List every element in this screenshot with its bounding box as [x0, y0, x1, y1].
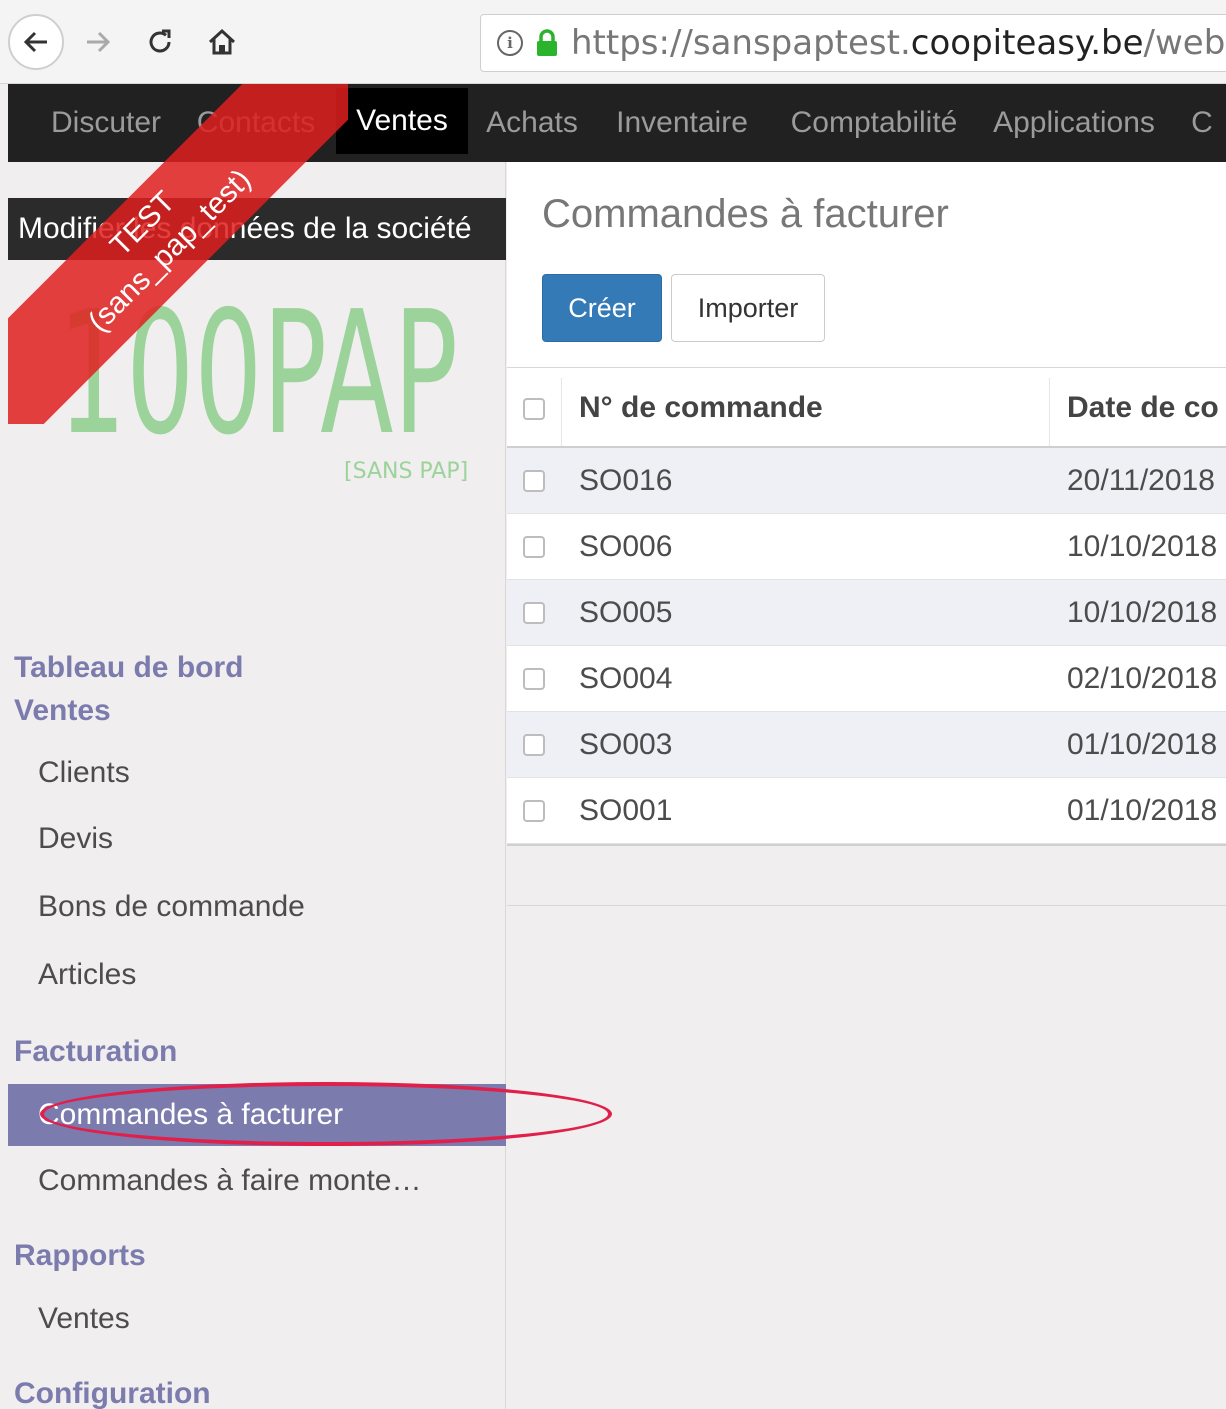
table-row[interactable]: SO003 01/10/2018: [507, 712, 1226, 778]
home-icon: [208, 28, 236, 55]
sidebar-item-bons-de-commande[interactable]: Bons de commande: [8, 876, 506, 938]
menu-discuter[interactable]: Discuter: [36, 84, 176, 162]
order-number: SO016: [579, 464, 673, 497]
sidebar-item-rapports-ventes[interactable]: Ventes: [8, 1288, 506, 1350]
import-button[interactable]: Importer: [671, 274, 825, 342]
sidebar-item-commandes-a-facturer[interactable]: Commandes à facturer: [8, 1084, 506, 1146]
arrow-right-icon: [87, 31, 111, 53]
order-number: SO003: [579, 728, 673, 761]
order-date: 01/10/2018: [1067, 794, 1218, 827]
menu-inventaire[interactable]: Inventaire: [604, 84, 760, 162]
back-button[interactable]: [8, 14, 64, 70]
logo-main-text: 100PAP: [58, 302, 458, 473]
menu-contacts[interactable]: Contacts: [186, 84, 326, 162]
menu-more[interactable]: C: [1182, 84, 1222, 162]
order-number: SO005: [579, 596, 673, 629]
row-checkbox[interactable]: [523, 668, 545, 690]
menu-comptabilite[interactable]: Comptabilité: [780, 84, 968, 162]
table-row[interactable]: SO004 02/10/2018: [507, 646, 1226, 712]
table-row[interactable]: SO016 20/11/2018: [507, 448, 1226, 514]
info-icon[interactable]: i: [497, 30, 523, 56]
arrow-left-icon: [23, 31, 47, 53]
row-checkbox[interactable]: [523, 800, 545, 822]
browser-toolbar: i https://sanspaptest.coopiteasy.be/web: [0, 0, 1226, 84]
order-date: 01/10/2018: [1067, 728, 1218, 761]
order-number: SO004: [579, 662, 673, 695]
menu-applications[interactable]: Applications: [986, 84, 1162, 162]
reload-button[interactable]: [132, 14, 188, 70]
order-number: SO006: [579, 530, 673, 563]
logo-sub-text: [SANS PAP]: [344, 459, 468, 484]
address-bar[interactable]: i https://sanspaptest.coopiteasy.be/web: [480, 14, 1226, 72]
menu-achats[interactable]: Achats: [478, 84, 586, 162]
company-logo: 100PAP [SANS PAP]: [58, 302, 468, 484]
row-checkbox[interactable]: [523, 470, 545, 492]
edit-company-link[interactable]: Modifier les données de la société: [8, 198, 506, 260]
table-row[interactable]: SO001 01/10/2018: [507, 778, 1226, 844]
orders-table: N° de commande Date de co SO016 20/11/20…: [507, 368, 1226, 846]
lock-icon: [537, 29, 557, 56]
order-date: 02/10/2018: [1067, 662, 1218, 695]
sidebar-item-commandes-a-faire-monter[interactable]: Commandes à faire monte…: [8, 1150, 506, 1212]
table-row[interactable]: SO006 10/10/2018: [507, 514, 1226, 580]
page-title: Commandes à facturer: [542, 192, 949, 236]
sidebar-item-articles[interactable]: Articles: [8, 944, 506, 1006]
left-sidebar: Modifier les données de la société 100PA…: [8, 162, 506, 1409]
menu-ventes[interactable]: Ventes: [336, 88, 468, 154]
section-facturation[interactable]: Facturation: [14, 1030, 177, 1073]
main-content: Commandes à facturer Créer Importer N° d…: [507, 162, 1226, 1409]
sidebar-item-clients[interactable]: Clients: [8, 742, 506, 804]
row-checkbox[interactable]: [523, 734, 545, 756]
table-header: N° de commande Date de co: [507, 368, 1226, 448]
sidebar-item-devis[interactable]: Devis: [8, 808, 506, 870]
table-footer: [507, 858, 1226, 906]
section-rapports[interactable]: Rapports: [14, 1234, 146, 1277]
order-date: 10/10/2018: [1067, 596, 1218, 629]
table-row[interactable]: SO005 10/10/2018: [507, 580, 1226, 646]
url-text: https://sanspaptest.coopiteasy.be/web: [571, 23, 1226, 63]
column-header-order-date[interactable]: Date de co: [1067, 368, 1219, 448]
row-checkbox[interactable]: [523, 602, 545, 624]
order-number: SO001: [579, 794, 673, 827]
column-header-order-number[interactable]: N° de commande: [579, 368, 823, 448]
create-button[interactable]: Créer: [542, 274, 662, 342]
order-date: 10/10/2018: [1067, 530, 1218, 563]
forward-button[interactable]: [70, 14, 126, 70]
row-checkbox[interactable]: [523, 536, 545, 558]
control-panel: Commandes à facturer Créer Importer: [507, 162, 1226, 368]
reload-icon: [149, 29, 171, 53]
home-button[interactable]: [194, 14, 250, 70]
order-date: 20/11/2018: [1067, 464, 1215, 497]
section-tableau-de-bord-ventes[interactable]: Tableau de bord Ventes: [14, 646, 314, 732]
section-configuration[interactable]: Configuration: [14, 1372, 211, 1409]
app-top-menu: Discuter Contacts Ventes Achats Inventai…: [8, 84, 1226, 162]
select-all-checkbox[interactable]: [523, 398, 545, 420]
